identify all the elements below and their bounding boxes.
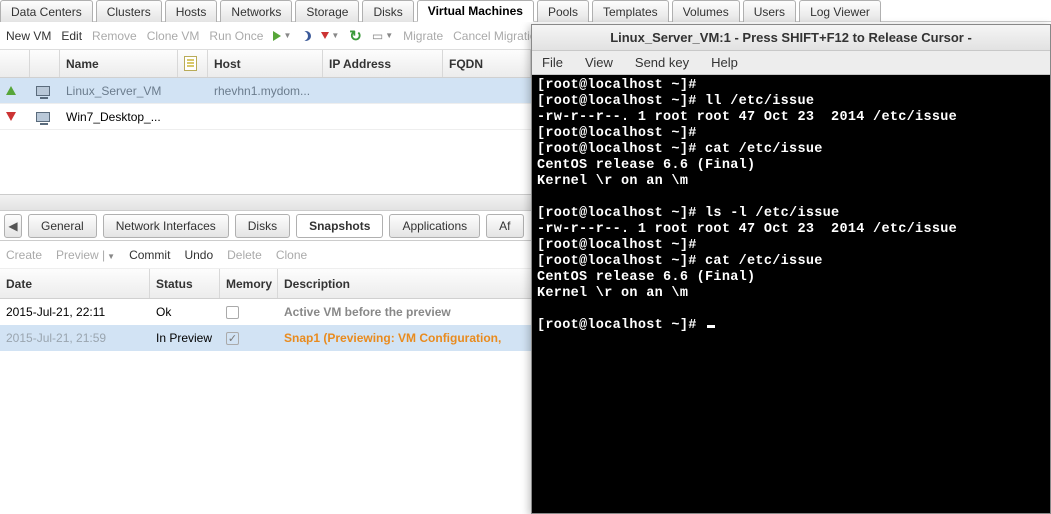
snap-date-cell: 2015-Jul-21, 22:11 — [0, 305, 150, 319]
snap-status-cell: Ok — [150, 305, 220, 319]
tab-scroll-left-button[interactable]: ◀ — [4, 214, 22, 238]
vm-type-icon — [36, 86, 50, 96]
console-menu-send-key[interactable]: Send key — [635, 55, 689, 70]
console-title-bar[interactable]: Linux_Server_VM:1 - Press SHIFT+F12 to R… — [532, 25, 1050, 51]
main-tab-virtual-machines[interactable]: Virtual Machines — [417, 0, 534, 22]
snap-date-cell: 2015-Jul-21, 21:59 — [0, 331, 150, 345]
console-menu-bar: File View Send key Help — [532, 51, 1050, 75]
col-header-host[interactable]: Host — [208, 50, 323, 77]
detail-tab-network-interfaces[interactable]: Network Interfaces — [103, 214, 229, 238]
vm-name-cell: Win7_Desktop_... — [60, 110, 178, 124]
console-menu-help[interactable]: Help — [711, 55, 738, 70]
remove-button[interactable]: Remove — [92, 29, 137, 43]
snap-status-cell: In Preview — [150, 331, 220, 345]
vm-console-window: Linux_Server_VM:1 - Press SHIFT+F12 to R… — [531, 24, 1051, 514]
main-tab-hosts[interactable]: Hosts — [165, 0, 218, 22]
console-terminal[interactable]: [root@localhost ~]# [root@localhost ~]# … — [532, 75, 1050, 513]
vm-name-cell: Linux_Server_VM — [60, 84, 178, 98]
snap-clone-button[interactable]: Clone — [276, 248, 307, 262]
snap-delete-button[interactable]: Delete — [227, 248, 262, 262]
play-icon[interactable]: ▼ — [273, 31, 291, 41]
main-tab-data-centers[interactable]: Data Centers — [0, 0, 93, 22]
checkbox-icon: ✓ — [226, 332, 239, 345]
cancel-migration-button[interactable]: Cancel Migration — [453, 29, 543, 43]
main-tab-clusters[interactable]: Clusters — [96, 0, 162, 22]
col-header-name[interactable]: Name — [60, 50, 178, 77]
status-down-icon — [6, 112, 16, 121]
snap-col-status[interactable]: Status — [150, 269, 220, 298]
main-tab-disks[interactable]: Disks — [362, 0, 413, 22]
console-menu-view[interactable]: View — [585, 55, 613, 70]
main-tab-log-viewer[interactable]: Log Viewer — [799, 0, 881, 22]
suspend-icon[interactable] — [301, 31, 311, 41]
console-menu-file[interactable]: File — [542, 55, 563, 70]
checkbox-icon — [226, 306, 239, 319]
migrate-button[interactable]: Migrate — [403, 29, 443, 43]
main-tab-pools[interactable]: Pools — [537, 0, 589, 22]
detail-tab-general[interactable]: General — [28, 214, 97, 238]
detail-tab-disks[interactable]: Disks — [235, 214, 290, 238]
snap-commit-button[interactable]: Commit — [129, 248, 170, 262]
detail-tab-snapshots[interactable]: Snapshots — [296, 214, 383, 238]
col-header-ip[interactable]: IP Address — [323, 50, 443, 77]
main-tab-users[interactable]: Users — [743, 0, 796, 22]
main-tab-volumes[interactable]: Volumes — [672, 0, 740, 22]
main-tab-templates[interactable]: Templates — [592, 0, 669, 22]
document-icon — [184, 56, 197, 71]
main-tab-bar: Data CentersClustersHostsNetworksStorage… — [0, 0, 1051, 22]
snap-col-date[interactable]: Date — [0, 269, 150, 298]
snap-preview-button[interactable]: Preview |▼ — [56, 248, 115, 262]
main-tab-networks[interactable]: Networks — [220, 0, 292, 22]
vm-type-icon — [36, 112, 50, 122]
reboot-icon[interactable]: ↻ — [349, 27, 362, 45]
col-header-os[interactable] — [178, 50, 208, 77]
vm-host-cell: rhevhn1.mydom... — [208, 84, 323, 98]
snap-create-button[interactable]: Create — [6, 248, 42, 262]
clone-vm-button[interactable]: Clone VM — [147, 29, 200, 43]
edit-button[interactable]: Edit — [61, 29, 82, 43]
main-tab-storage[interactable]: Storage — [295, 0, 359, 22]
console-icon[interactable]: ▭▼ — [372, 29, 393, 43]
terminal-cursor — [707, 325, 715, 328]
detail-tab-applications[interactable]: Applications — [389, 214, 480, 238]
snap-col-memory[interactable]: Memory — [220, 269, 278, 298]
new-vm-button[interactable]: New VM — [6, 29, 51, 43]
status-up-icon — [6, 86, 16, 95]
shutdown-icon[interactable]: ▼ — [321, 31, 339, 40]
col-header-fqdn[interactable]: FQDN — [443, 50, 531, 77]
snap-undo-button[interactable]: Undo — [184, 248, 213, 262]
detail-tab-af[interactable]: Af — [486, 214, 523, 238]
snap-memory-cell: ✓ — [220, 332, 278, 345]
run-once-button[interactable]: Run Once — [209, 29, 263, 43]
snap-memory-cell — [220, 306, 278, 319]
